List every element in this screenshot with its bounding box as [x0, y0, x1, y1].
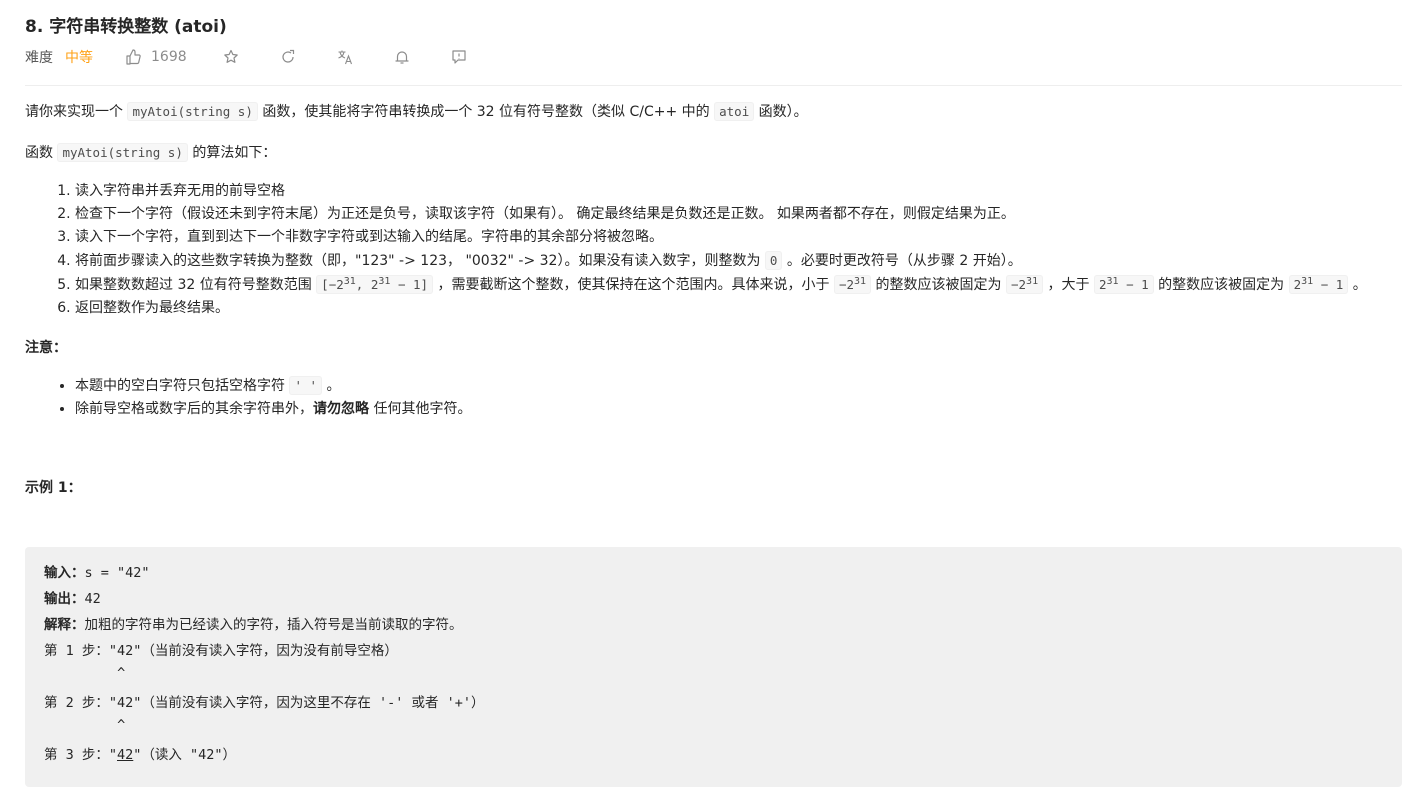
- example-caret: ^: [44, 717, 126, 733]
- text: 如果整数数超过 32 位有符号整数范围: [75, 277, 317, 293]
- note-item: 除前导空格或数字后的其余字符串外，请勿忽略 任何其他字符。: [75, 398, 1402, 421]
- example-step: 第 3 步："42"（读入 "42"）: [44, 743, 236, 763]
- example-heading: 示例 1：: [25, 480, 82, 496]
- emphasis: 请勿忽略: [313, 401, 369, 417]
- text: 将前面步骤读入的这些数字转换为整数（即，"123" -> 123， "0032"…: [75, 253, 765, 269]
- step-item: 返回整数作为最终结果。: [75, 297, 1402, 320]
- code-myatoi: myAtoi(string s): [57, 143, 188, 162]
- text: 函数）。: [754, 104, 808, 120]
- notification-button[interactable]: [394, 49, 410, 65]
- difficulty-label: 难度: [25, 50, 53, 66]
- text: ，大于: [1043, 277, 1094, 293]
- exponent: 31: [1026, 275, 1039, 287]
- example-block: 输入：s = "42" 输出：42 解释：加粗的字符串为已经读入的字符，插入符号…: [25, 547, 1402, 787]
- thumbs-up-icon: [126, 49, 141, 65]
- label: 解释：: [44, 617, 85, 633]
- problem-title: 8. 字符串转换整数 (atoi): [25, 17, 227, 37]
- text: 的算法如下：: [187, 145, 277, 161]
- like-count: 1698: [151, 49, 187, 65]
- example-caret: ^: [44, 665, 126, 681]
- text: , 2: [355, 277, 379, 292]
- exponent: 31: [854, 275, 867, 287]
- step-item: 检查下一个字符（假设还未到字符末尾）为正还是负号，读取该字符（如果有）。 确定最…: [75, 203, 1402, 226]
- problem-meta: 难度 中等 1698: [25, 46, 508, 68]
- text: 函数，使其能将字符串转换成一个 32 位有符号整数（类似 C/C++ 中的: [257, 104, 715, 120]
- value: 加粗的字符串为已经读入的字符，插入符号是当前读取的字符。: [84, 617, 463, 633]
- feedback-button[interactable]: [451, 49, 467, 65]
- problem-panel: 8. 字符串转换整数 (atoi) 难度 中等 1698 请你来实现一个 myA…: [0, 0, 1428, 787]
- difficulty-badge: 中等: [65, 50, 93, 66]
- translate-icon: [337, 50, 352, 65]
- text: 2: [1293, 277, 1302, 292]
- text: 函数: [25, 145, 58, 161]
- intro-paragraph: 请你来实现一个 myAtoi(string s) 函数，使其能将字符串转换成一个…: [25, 100, 1402, 124]
- code-min: −231: [1005, 275, 1044, 294]
- text: 的整数应该被固定为: [1153, 277, 1289, 293]
- exponent: 31: [378, 275, 391, 287]
- label: 输出：: [44, 591, 85, 607]
- text: "（读入 "42"）: [133, 747, 237, 763]
- text: 2: [1099, 277, 1107, 292]
- text: 除前导空格或数字后的其余字符串外，: [75, 401, 313, 417]
- text: − 1: [1118, 277, 1149, 292]
- code-myatoi: myAtoi(string s): [127, 102, 258, 121]
- algorithm-intro: 函数 myAtoi(string s) 的算法如下：: [25, 141, 1402, 165]
- text: 本题中的空白字符只包括空格字符: [75, 378, 290, 394]
- translate-button[interactable]: [337, 49, 353, 65]
- step-item: 将前面步骤读入的这些数字转换为整数（即，"123" -> 123， "0032"…: [75, 249, 1402, 273]
- share-icon: [282, 49, 294, 63]
- text: 的整数应该被固定为: [871, 277, 1006, 293]
- text: 请你来实现一个: [25, 104, 128, 120]
- example-explanation: 解释：加粗的字符串为已经读入的字符，插入符号是当前读取的字符。: [44, 613, 463, 633]
- text: − 1: [1313, 277, 1344, 292]
- underlined-text: 42: [117, 747, 134, 763]
- note-item: 本题中的空白字符只包括空格字符 ' ' 。: [75, 374, 1402, 398]
- step-item: 读入字符串并丢弃无用的前导空格: [75, 180, 1402, 203]
- code-space: ' ': [289, 376, 323, 395]
- example-step: 第 1 步："42"（当前没有读入字符，因为没有前导空格）: [44, 643, 398, 659]
- text: 第 3 步：": [44, 747, 118, 763]
- value: s = "42": [84, 565, 150, 581]
- exponent: 31: [1301, 275, 1314, 287]
- text: − 1]: [390, 277, 429, 292]
- favorite-button[interactable]: [223, 49, 239, 65]
- text: 。: [322, 378, 341, 394]
- code-atoi: atoi: [714, 102, 755, 121]
- star-icon: [223, 49, 238, 63]
- exponent: 31: [1106, 275, 1119, 287]
- share-button[interactable]: [280, 49, 296, 65]
- value: 42: [84, 591, 101, 607]
- text: −2: [838, 277, 855, 292]
- text: [−2: [321, 277, 344, 292]
- text: 。必要时更改符号（从步骤 2 开始）。: [782, 253, 1022, 269]
- problem-description: 请你来实现一个 myAtoi(string s) 函数，使其能将字符串转换成一个…: [25, 100, 1402, 500]
- code-max: 231 − 1: [1288, 275, 1349, 294]
- text: −2: [1010, 277, 1027, 292]
- algorithm-steps: 读入字符串并丢弃无用的前导空格 检查下一个字符（假设还未到字符末尾）为正还是负号…: [25, 180, 1402, 320]
- code-max: 231 − 1: [1094, 275, 1154, 294]
- code-min: −231: [833, 275, 872, 294]
- example-step: 第 2 步："42"（当前没有读入字符，因为这里不存在 '-' 或者 '+'）: [44, 695, 485, 711]
- comment-icon: [452, 50, 466, 64]
- example-input: 输入：s = "42": [44, 561, 150, 581]
- code-range: [−231, 231 − 1]: [316, 275, 434, 294]
- example-output: 输出：42: [44, 587, 101, 607]
- code-zero: 0: [764, 251, 783, 270]
- step-item: 如果整数数超过 32 位有符号整数范围 [−231, 231 − 1] ，需要截…: [75, 273, 1402, 297]
- header-divider: [25, 85, 1402, 86]
- text: 。: [1348, 277, 1367, 293]
- like-button[interactable]: 1698: [125, 49, 223, 65]
- note-list: 本题中的空白字符只包括空格字符 ' ' 。 除前导空格或数字后的其余字符串外，请…: [25, 374, 1402, 421]
- text: ，需要截断这个整数，使其保持在这个范围内。具体来说，小于: [433, 277, 834, 293]
- label: 输入：: [44, 565, 85, 581]
- bell-icon: [395, 51, 409, 64]
- text: 任何其他字符。: [369, 401, 472, 417]
- exponent: 31: [343, 275, 356, 287]
- step-item: 读入下一个字符，直到到达下一个非数字字符或到达输入的结尾。字符串的其余部分将被忽…: [75, 226, 1402, 249]
- note-heading: 注意：: [25, 340, 67, 356]
